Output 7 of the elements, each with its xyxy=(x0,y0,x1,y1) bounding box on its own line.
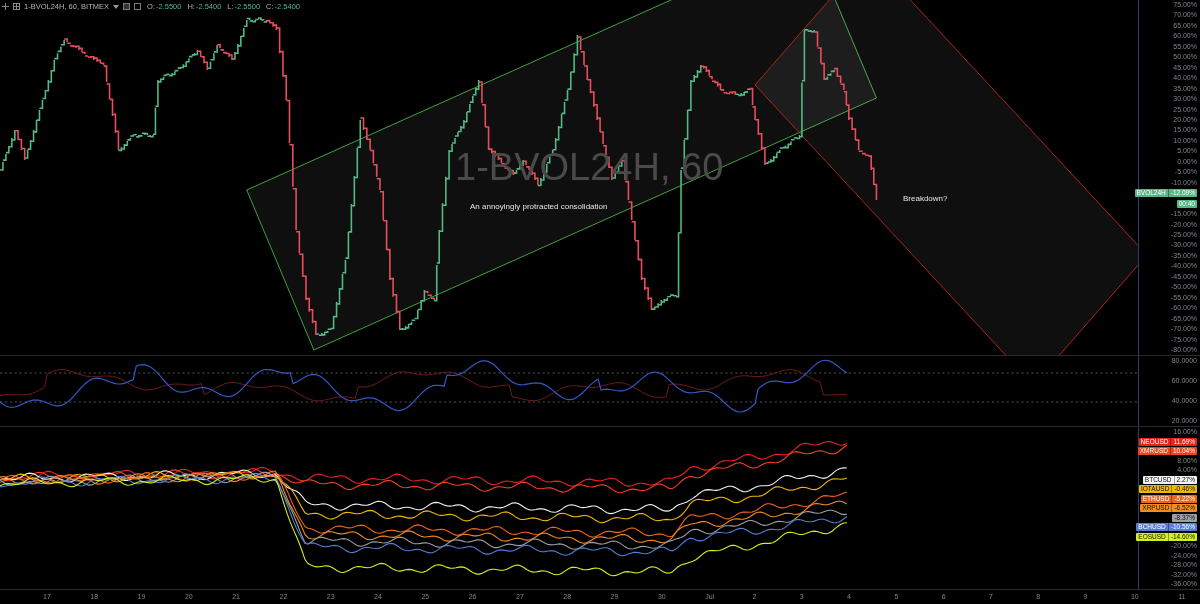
chart-annotation: An annoyingly protracted consolidation xyxy=(470,202,608,211)
grid-icon[interactable] xyxy=(13,3,20,10)
chart-annotation: Breakdown? xyxy=(903,194,948,203)
crosshair-icon[interactable] xyxy=(2,3,9,10)
square-icon[interactable] xyxy=(123,3,131,10)
caret-icon[interactable] xyxy=(113,4,120,9)
square-icon[interactable] xyxy=(134,3,142,10)
